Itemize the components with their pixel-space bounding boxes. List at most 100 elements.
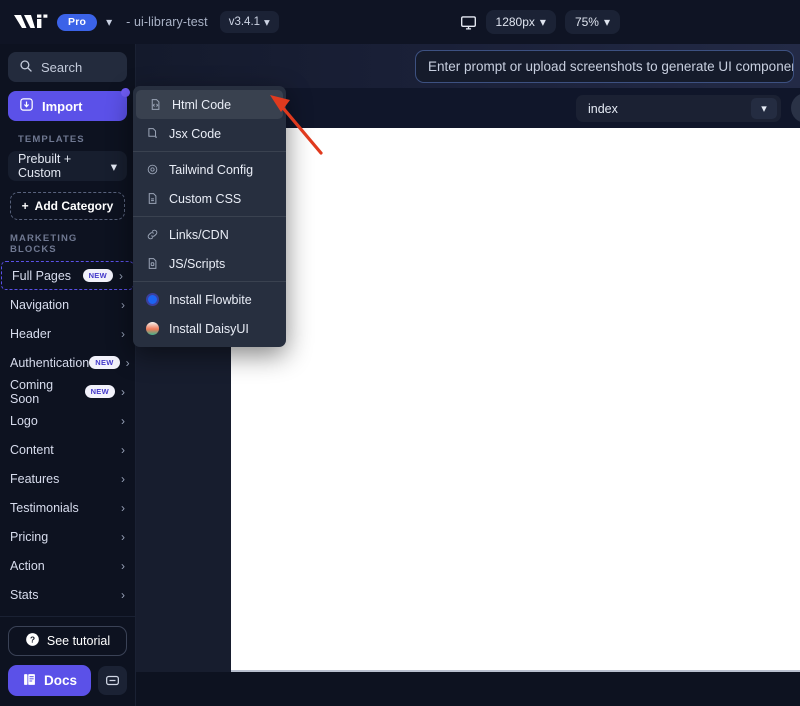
viewport-width-select[interactable]: 1280px ▾: [485, 10, 556, 34]
add-category-label: Add Category: [34, 199, 114, 213]
sidebar-item-label: Action: [10, 558, 45, 573]
chevron-down-icon: ▾: [603, 15, 610, 29]
sidebar-item-label: Features: [10, 471, 60, 486]
new-badge: NEW: [82, 269, 113, 282]
sidebar-top: Search Import TEMPLATES: [0, 44, 135, 151]
template-select[interactable]: Prebuilt + Custom ▾: [8, 151, 127, 181]
menu-item-label: Html Code: [172, 97, 232, 112]
viewport-controls: 1280px ▾ 75% ▾: [460, 10, 800, 34]
menu-item-label: Tailwind Config: [169, 162, 254, 177]
chevron-right-icon: ›: [125, 355, 130, 370]
page-select-value: index: [588, 101, 618, 116]
sidebar-item-label: Testimonials: [10, 500, 79, 515]
zoom-level-select[interactable]: 75% ▾: [564, 10, 620, 34]
menu-item-custom-css[interactable]: Custom CSS: [133, 184, 286, 213]
menu-item-install-daisyui[interactable]: Install DaisyUI: [133, 314, 286, 343]
chevron-right-icon: ›: [121, 558, 125, 573]
docs-label: Docs: [43, 673, 77, 688]
menu-item-tailwind-config[interactable]: Tailwind Config: [133, 155, 286, 184]
file-code-icon: [148, 98, 162, 111]
sidebar-item-header[interactable]: Header ›: [0, 319, 135, 348]
chevron-right-icon: ›: [121, 529, 125, 544]
menu-item-html-code[interactable]: Html Code: [136, 90, 283, 119]
sidebar-item-content[interactable]: Content ›: [0, 435, 135, 464]
sidebar-footer: ? See tutorial Docs: [0, 616, 135, 706]
link-icon: [145, 228, 159, 241]
search-label: Search: [41, 59, 83, 75]
sidebar-item-label: Content: [10, 442, 54, 457]
panel-toggle-icon[interactable]: [98, 666, 127, 695]
export-options-menu: Html Code Jsx Code Tailwind Config Custom C…: [133, 86, 286, 347]
top-bar: Pro ▾ - ui-library-test v3.4.1 ▾ 1280px …: [0, 0, 800, 44]
prompt-input[interactable]: Enter prompt or upload screenshots to ge…: [415, 50, 794, 83]
sidebar-item-label: Full Pages: [12, 268, 72, 283]
new-badge: NEW: [89, 356, 120, 369]
prompt-strip: Enter prompt or upload screenshots to ge…: [136, 44, 800, 88]
import-notification-dot: [121, 88, 130, 97]
sidebar-item-navigation[interactable]: Navigation ›: [0, 290, 135, 319]
version-selector[interactable]: v3.4.1 ▾: [219, 11, 279, 33]
preview-canvas[interactable]: [231, 128, 800, 672]
sidebar-item-testimonials[interactable]: Testimonials ›: [0, 493, 135, 522]
docs-button[interactable]: Docs: [8, 665, 91, 696]
sidebar-item-label: Header: [10, 326, 51, 341]
chevron-right-icon: ›: [121, 413, 125, 428]
menu-item-install-flowbite[interactable]: Install Flowbite: [133, 285, 286, 314]
chevron-down-icon[interactable]: ▾: [106, 16, 112, 28]
sidebar-item-blog[interactable]: Blog›: [0, 609, 135, 616]
chevron-right-icon: ›: [119, 268, 123, 283]
chevron-right-icon: ›: [121, 384, 125, 399]
sidebar-item-label: Coming Soon: [10, 377, 54, 406]
search-icon: [19, 59, 33, 76]
chevron-down-icon[interactable]: ▾: [751, 98, 777, 119]
menu-item-label: JS/Scripts: [169, 256, 226, 271]
sidebar-item-label: Authentication: [10, 355, 90, 370]
menu-item-label: Install DaisyUI: [169, 321, 249, 336]
sidebar: Search Import TEMPLATES Prebuilt + Custo…: [0, 44, 136, 706]
menu-item-label: Install Flowbite: [169, 292, 252, 307]
account-pill[interactable]: [791, 93, 800, 123]
menu-item-jsx-code[interactable]: Jsx Code: [133, 119, 286, 148]
chevron-right-icon: ›: [121, 442, 125, 457]
chevron-right-icon: ›: [121, 297, 125, 312]
zoom-level-label: 75%: [574, 15, 599, 29]
sidebar-item-label: Stats: [10, 587, 39, 602]
menu-item-js-scripts[interactable]: JS/Scripts: [133, 249, 286, 278]
menu-separator: [133, 281, 286, 282]
sidebar-item-pricing[interactable]: Pricing ›: [0, 522, 135, 551]
brand-group: Pro ▾: [0, 13, 112, 31]
import-button[interactable]: Import: [8, 88, 130, 121]
menu-item-label: Links/CDN: [169, 227, 229, 242]
page-select[interactable]: index ▾: [576, 95, 781, 122]
sidebar-item-logo[interactable]: Logo ›: [0, 406, 135, 435]
sidebar-item-label: Pricing: [10, 529, 49, 544]
import-label: Import: [42, 98, 83, 114]
monitor-icon[interactable]: [460, 14, 477, 31]
sidebar-item-full-pages[interactable]: Full Pages NEW ›: [1, 261, 134, 290]
menu-item-links-cdn[interactable]: Links/CDN: [133, 220, 286, 249]
template-select-value: Prebuilt + Custom: [18, 152, 72, 180]
vi-logo-icon[interactable]: [14, 14, 48, 31]
search-input[interactable]: Search: [8, 52, 127, 82]
add-category-button[interactable]: + Add Category: [10, 192, 125, 220]
templates-section-label: TEMPLATES: [18, 134, 85, 145]
menu-item-label: Jsx Code: [169, 126, 222, 141]
gear-icon: [145, 163, 159, 176]
sidebar-item-authentication[interactable]: Authentication NEW ›: [0, 348, 135, 377]
menu-separator: [133, 151, 286, 152]
sidebar-item-features[interactable]: Features ›: [0, 464, 135, 493]
chevron-right-icon: ›: [121, 587, 125, 602]
see-tutorial-button[interactable]: ? See tutorial: [8, 626, 127, 656]
chevron-right-icon: ›: [121, 326, 125, 341]
sidebar-item-stats[interactable]: Stats ›: [0, 580, 135, 609]
sidebar-item-action[interactable]: Action ›: [0, 551, 135, 580]
sidebar-item-label: Logo: [10, 413, 38, 428]
download-icon: [19, 97, 34, 115]
file-jsx-icon: [145, 127, 159, 140]
chevron-right-icon: ›: [121, 500, 125, 515]
app-root: Pro ▾ - ui-library-test v3.4.1 ▾ 1280px …: [0, 0, 800, 706]
sidebar-item-coming-soon[interactable]: Coming Soon NEW ›: [0, 377, 135, 406]
sidebar-item-label: Navigation: [10, 297, 70, 312]
viewport-width-label: 1280px: [495, 15, 535, 29]
marketing-blocks-section-label: MARKETING BLOCKS: [10, 233, 78, 255]
